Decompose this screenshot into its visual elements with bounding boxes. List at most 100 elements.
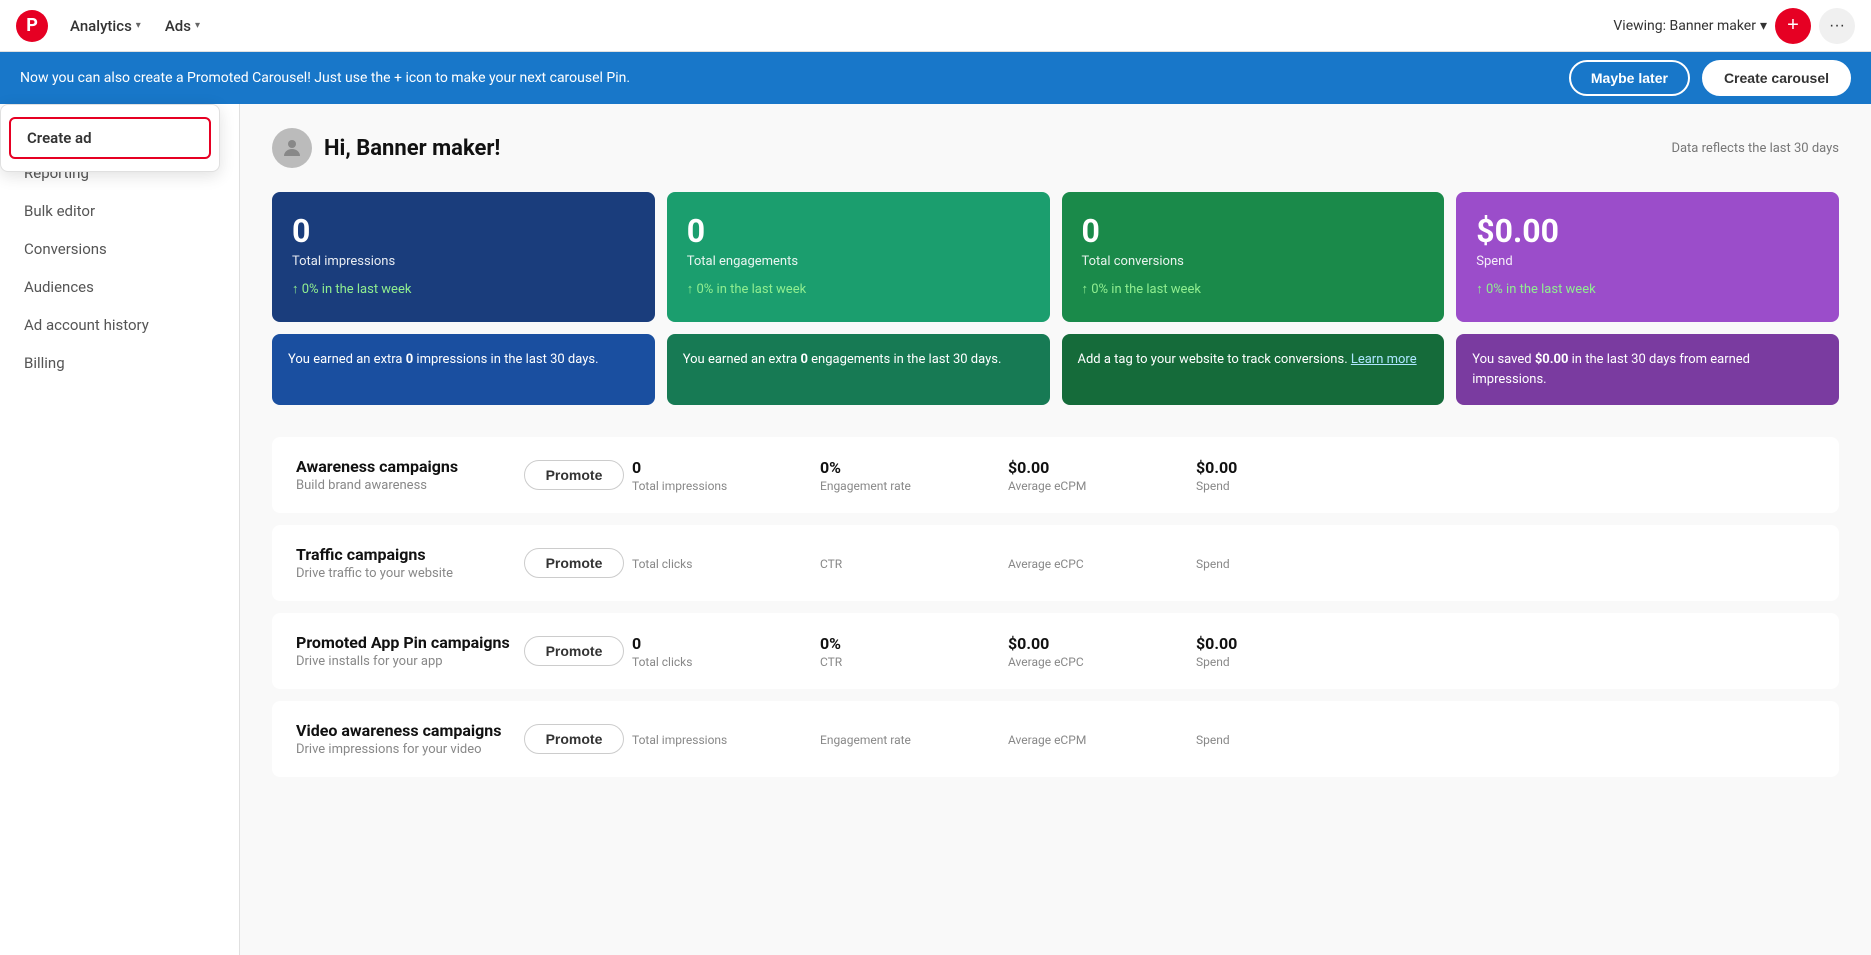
analytics-chevron-icon: ▾ [136,20,141,31]
sidebar-item-ad-account-history[interactable]: Ad account history [0,306,239,344]
campaign-stat-label-1-1: CTR [820,557,1000,571]
stat-trend-1: ↑ 0% in the last week [687,281,1030,297]
viewing-chevron-icon: ▾ [1760,18,1767,34]
stat-value-0: 0 [292,212,635,250]
campaign-stat-label-3-2: Average eCPM [1008,733,1188,747]
campaign-name-0: Awareness campaignsBuild brand awareness [296,457,516,493]
campaign-stat-label-0-3: Spend [1196,479,1336,493]
info-grid: You earned an extra 0 impressions in the… [272,334,1839,405]
campaign-stat-0-0: 0 Total impressions [632,458,812,493]
campaign-stat-0-1: 0% Engagement rate [820,458,1000,493]
campaign-stat-1-1: CTR [820,555,1000,571]
campaign-stat-0-3: $0.00 Spend [1196,458,1336,493]
stat-trend-3: ↑ 0% in the last week [1476,281,1819,297]
campaign-name-3: Video awareness campaignsDrive impressio… [296,721,516,757]
info-card-0: You earned an extra 0 impressions in the… [272,334,655,405]
more-icon: ··· [1829,17,1845,35]
info-card-2: Add a tag to your website to track conve… [1062,334,1445,405]
stat-trend-2: ↑ 0% in the last week [1082,281,1425,297]
banner-text: Now you can also create a Promoted Carou… [20,70,1557,86]
more-button[interactable]: ··· [1819,8,1855,44]
campaign-stat-label-0-2: Average eCPM [1008,479,1188,493]
campaign-stat-label-1-0: Total clicks [632,557,812,571]
maybe-later-button[interactable]: Maybe later [1569,60,1690,96]
ads-chevron-icon: ▾ [195,20,200,31]
campaign-stat-label-2-2: Average eCPC [1008,655,1188,669]
ads-dropdown-menu: Create ad [0,104,220,172]
campaign-stat-value-2-1: 0% [820,634,1000,653]
info-text-2: Add a tag to your website to track conve… [1078,352,1417,367]
add-button[interactable]: + [1775,8,1811,44]
info-text-1: You earned an extra 0 engagements in the… [683,352,1002,367]
campaign-stat-value-0-1: 0% [820,458,1000,477]
stat-card-1: 0 Total engagements ↑ 0% in the last wee… [667,192,1050,322]
stat-label-3: Spend [1476,254,1819,269]
analytics-label: Analytics [70,17,132,35]
stat-label-0: Total impressions [292,254,635,269]
campaign-stat-label-3-0: Total impressions [632,733,812,747]
sidebar-item-conversions[interactable]: Conversions [0,230,239,268]
info-text-3: You saved $0.00 in the last 30 days from… [1472,352,1750,387]
campaign-stat-label-2-3: Spend [1196,655,1336,669]
main-content: Hi, Banner maker! Data reflects the last… [240,104,1871,955]
top-nav-right: Viewing: Banner maker ▾ + ··· [1613,8,1855,44]
main-title: Hi, Banner maker! [272,128,500,168]
promote-button-3[interactable]: Promote [524,724,624,754]
promote-button-0[interactable]: Promote [524,460,624,490]
stat-card-2: 0 Total conversions ↑ 0% in the last wee… [1062,192,1445,322]
campaign-stat-label-1-2: Average eCPC [1008,557,1188,571]
plus-icon: + [1787,14,1799,37]
campaign-stat-2-0: 0 Total clicks [632,634,812,669]
top-nav: P Analytics ▾ Ads ▾ Viewing: Banner make… [0,0,1871,52]
campaigns-list: Awareness campaignsBuild brand awareness… [272,437,1839,777]
info-card-3: You saved $0.00 in the last 30 days from… [1456,334,1839,405]
campaign-stat-label-1-3: Spend [1196,557,1336,571]
stat-card-0: 0 Total impressions ↑ 0% in the last wee… [272,192,655,322]
campaign-stat-label-3-1: Engagement rate [820,733,1000,747]
sidebar-item-bulk-editor[interactable]: Bulk editor [0,192,239,230]
stat-label-1: Total engagements [687,254,1030,269]
stat-value-1: 0 [687,212,1030,250]
create-ad-item[interactable]: Create ad [9,117,211,159]
campaign-stat-1-3: Spend [1196,555,1336,571]
campaign-stat-2-1: 0% CTR [820,634,1000,669]
stat-value-3: $0.00 [1476,212,1819,250]
campaign-stat-label-3-3: Spend [1196,733,1336,747]
campaign-stat-3-2: Average eCPM [1008,731,1188,747]
campaign-stat-value-0-0: 0 [632,458,812,477]
stat-card-3: $0.00 Spend ↑ 0% in the last week [1456,192,1839,322]
stat-value-2: 0 [1082,212,1425,250]
create-ad-label: Create ad [27,129,92,147]
viewing-selector[interactable]: Viewing: Banner maker ▾ [1613,18,1767,34]
campaign-stat-value-2-2: $0.00 [1008,634,1188,653]
info-text-0: You earned an extra 0 impressions in the… [288,352,599,367]
sidebar-item-audiences[interactable]: Audiences [0,268,239,306]
main-layout: Create ad OverviewReportingBulk editorCo… [0,104,1871,955]
stats-grid: 0 Total impressions ↑ 0% in the last wee… [272,192,1839,322]
sidebar: Create ad OverviewReportingBulk editorCo… [0,104,240,955]
viewing-label-text: Viewing: Banner maker [1613,18,1756,34]
create-carousel-button[interactable]: Create carousel [1702,60,1851,96]
campaign-stat-2-3: $0.00 Spend [1196,634,1336,669]
campaign-stat-value-2-0: 0 [632,634,812,653]
page-greeting: Hi, Banner maker! [324,136,500,161]
main-header: Hi, Banner maker! Data reflects the last… [272,128,1839,168]
campaign-stat-label-0-0: Total impressions [632,479,812,493]
sidebar-item-billing[interactable]: Billing [0,344,239,382]
promote-button-2[interactable]: Promote [524,636,624,666]
pinterest-logo[interactable]: P [16,10,48,42]
campaign-section-2: Promoted App Pin campaignsDrive installs… [272,613,1839,689]
promo-banner: Now you can also create a Promoted Carou… [0,52,1871,104]
campaign-stat-value-0-3: $0.00 [1196,458,1336,477]
ads-nav[interactable]: Ads ▾ [155,11,210,41]
promote-button-1[interactable]: Promote [524,548,624,578]
campaign-name-1: Traffic campaignsDrive traffic to your w… [296,545,516,581]
campaign-stat-value-2-3: $0.00 [1196,634,1336,653]
campaign-stat-0-2: $0.00 Average eCPM [1008,458,1188,493]
campaign-stat-1-0: Total clicks [632,555,812,571]
analytics-nav[interactable]: Analytics ▾ [60,11,151,41]
campaign-section-0: Awareness campaignsBuild brand awareness… [272,437,1839,513]
data-note: Data reflects the last 30 days [1671,141,1839,156]
campaign-stat-1-2: Average eCPC [1008,555,1188,571]
top-nav-links: Analytics ▾ Ads ▾ [60,11,210,41]
